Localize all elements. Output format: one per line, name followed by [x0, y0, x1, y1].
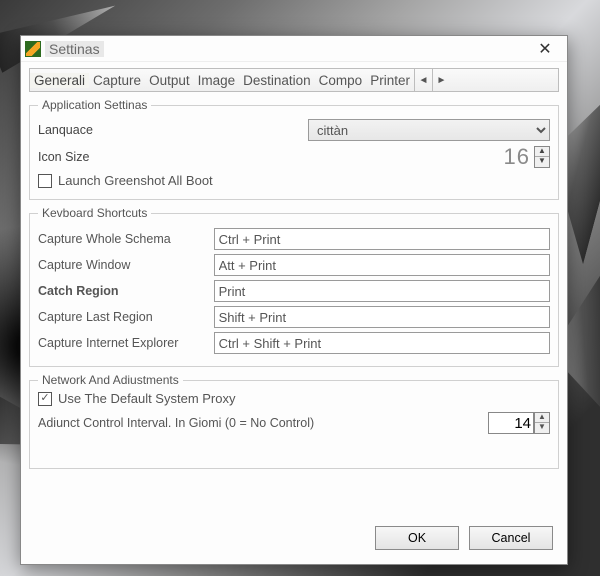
tab-image[interactable]: Image [194, 73, 240, 88]
group-network: Network And Adiustments ✓ Use The Defaul… [29, 373, 559, 469]
group-keyboard-shortcuts: Kevboard Shortcuts Capture Whole Schema … [29, 206, 559, 367]
shortcut-label-last-region: Capture Last Region [38, 310, 214, 324]
interval-input[interactable] [488, 412, 534, 434]
shortcut-label-whole: Capture Whole Schema [38, 232, 214, 246]
close-icon: ✕ [538, 39, 551, 59]
interval-stepper[interactable]: ▲ ▼ [534, 412, 550, 434]
chevron-down-icon[interactable]: ▼ [535, 157, 549, 167]
interval-label: Adiunct Control Interval. In Giomi (0 = … [38, 416, 488, 430]
tab-strip: Generali Capture Output Image Destinatio… [29, 68, 559, 92]
group-keyboard-shortcuts-legend: Kevboard Shortcuts [38, 206, 151, 220]
group-application-settings-legend: Application Settinas [38, 98, 151, 112]
shortcut-input-window[interactable] [214, 254, 550, 276]
ok-button[interactable]: OK [375, 526, 459, 550]
group-application-settings: Application Settinas Lanquace cittàn Ico… [29, 98, 559, 200]
app-icon [25, 41, 41, 57]
chevron-down-icon[interactable]: ▼ [535, 423, 549, 433]
close-button[interactable]: ✕ [527, 36, 563, 62]
group-network-legend: Network And Adiustments [38, 373, 183, 387]
tab-generali[interactable]: Generali [30, 73, 89, 88]
language-select[interactable]: cittàn [308, 119, 550, 141]
settings-window: Settinas ✕ Generali Capture Output Image… [20, 35, 568, 565]
desktop-background: Settinas ✕ Generali Capture Output Image… [0, 0, 600, 576]
proxy-label: Use The Default System Proxy [58, 391, 236, 406]
proxy-checkbox[interactable]: ✓ Use The Default System Proxy [38, 391, 550, 406]
launch-on-boot-checkbox[interactable]: Launch Greenshot All Boot [38, 173, 213, 188]
shortcut-label-ie: Capture Internet Explorer [38, 336, 214, 350]
tab-printer[interactable]: Printer [366, 73, 414, 88]
window-title: Settinas [45, 41, 104, 57]
icon-size-label: Icon Size [38, 150, 308, 164]
tab-capture[interactable]: Capture [89, 73, 145, 88]
icon-size-stepper[interactable]: ▲ ▼ [534, 146, 550, 168]
shortcut-input-region[interactable] [214, 280, 550, 302]
shortcut-label-region: Catch Region [38, 284, 214, 298]
shortcut-input-ie[interactable] [214, 332, 550, 354]
shortcut-input-last-region[interactable] [214, 306, 550, 328]
tab-destination[interactable]: Destination [239, 73, 315, 88]
language-label: Lanquace [38, 123, 308, 137]
checkbox-checked-icon: ✓ [38, 392, 52, 406]
tab-compo[interactable]: Compo [315, 73, 367, 88]
tab-output[interactable]: Output [145, 73, 194, 88]
titlebar: Settinas ✕ [21, 36, 567, 62]
chevron-left-icon: ◄ [419, 75, 429, 86]
launch-on-boot-label: Launch Greenshot All Boot [58, 173, 213, 188]
shortcut-input-whole[interactable] [214, 228, 550, 250]
icon-size-value: 16 [308, 144, 530, 170]
tab-scroll-left[interactable]: ◄ [414, 69, 432, 91]
chevron-right-icon: ► [437, 75, 447, 86]
tab-scroll-right[interactable]: ► [432, 69, 450, 91]
cancel-button[interactable]: Cancel [469, 526, 553, 550]
checkbox-icon [38, 174, 52, 188]
shortcut-label-window: Capture Window [38, 258, 214, 272]
